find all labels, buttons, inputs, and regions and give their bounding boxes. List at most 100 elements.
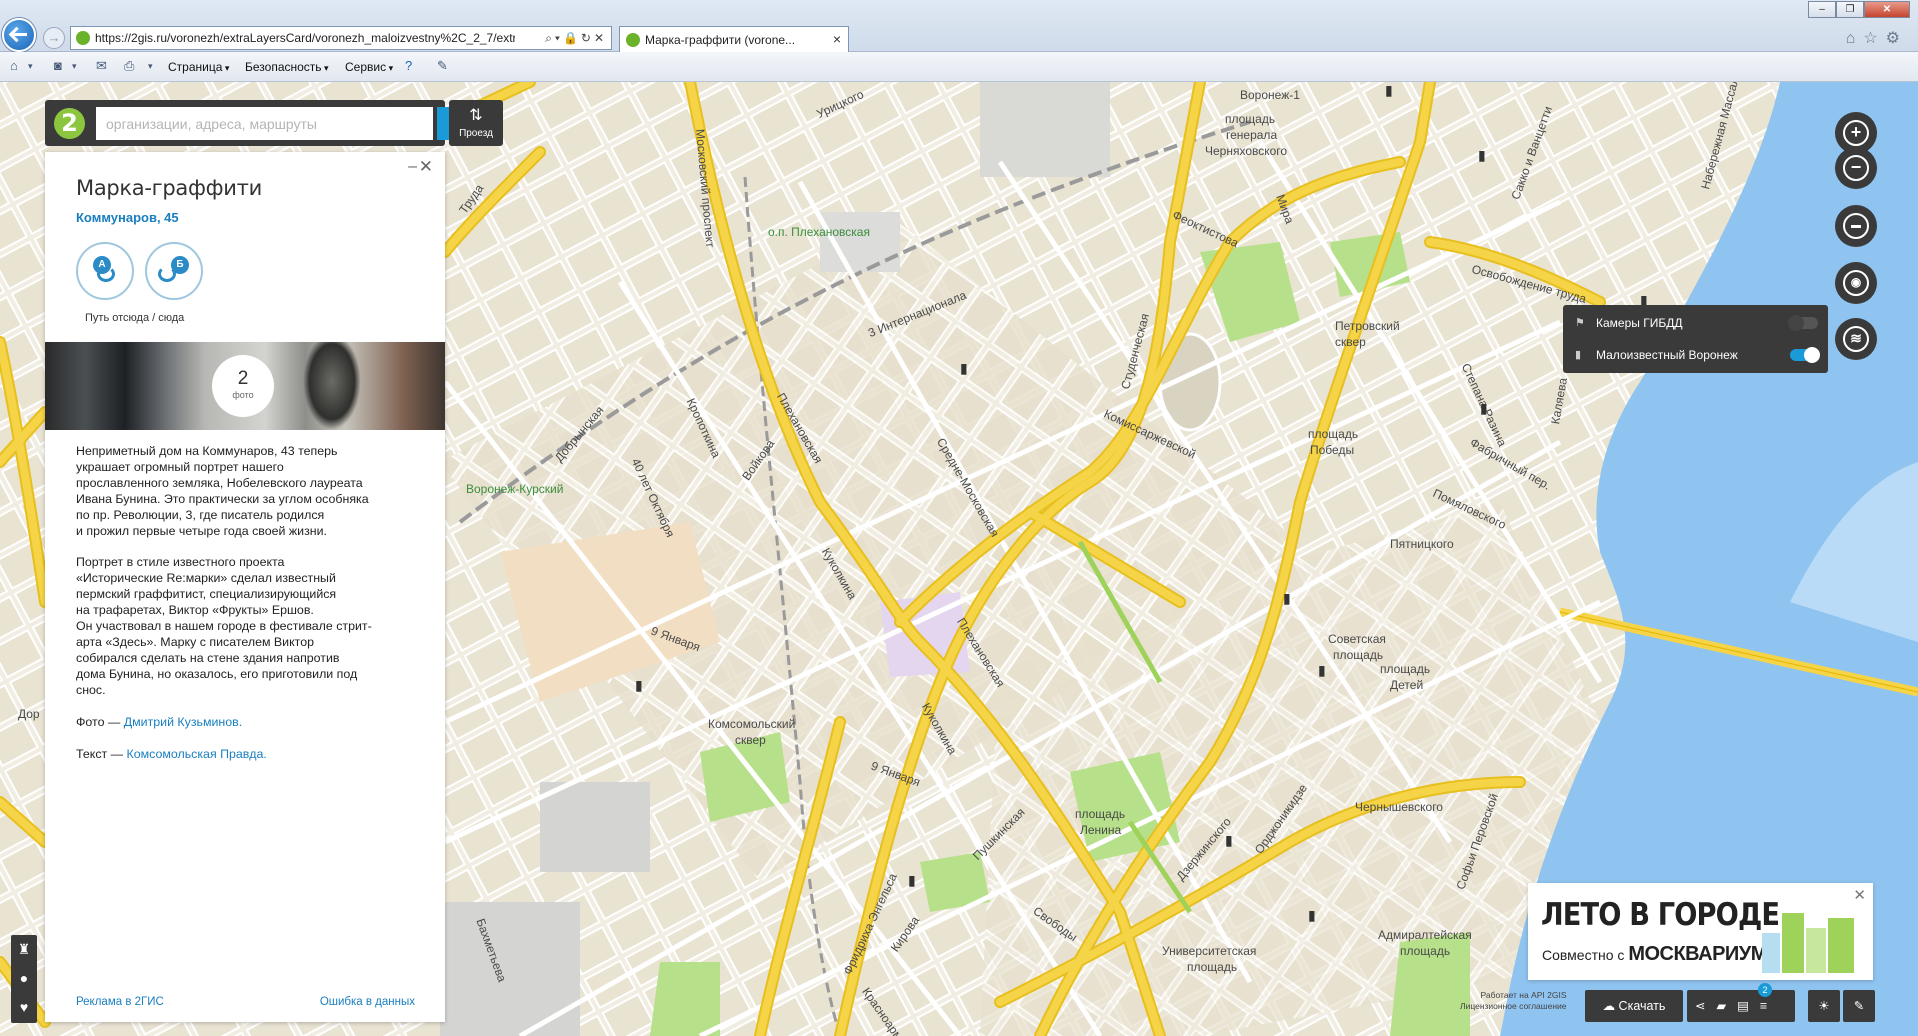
print-dropdown-icon[interactable]: ▾ [148, 59, 162, 73]
forward-button[interactable]: → [43, 27, 65, 49]
minimize-button[interactable]: – [1808, 1, 1836, 18]
map-label: сквер [735, 733, 766, 747]
home-icon[interactable]: ⌂ [10, 59, 24, 73]
map-label: Детей [1390, 678, 1424, 692]
photo-credit-prefix: Фото — [76, 714, 124, 729]
layer-toggle[interactable] [1788, 315, 1818, 331]
flag-icon: ⚑ [1575, 317, 1585, 329]
layer-row-traffic-cameras[interactable]: ⚑ Камеры ГИБДД [1563, 309, 1828, 337]
route-to-button[interactable]: Б [145, 242, 203, 300]
day-mode-button[interactable]: ☀ [1808, 990, 1840, 1022]
menu-icon[interactable]: ≡ [1760, 999, 1778, 1013]
edit-button[interactable]: ✎ [1843, 990, 1875, 1022]
card-title: Марка-граффити [76, 176, 262, 200]
layer-label: Камеры ГИБДД [1596, 316, 1683, 330]
photo-count: 2 [237, 368, 249, 389]
download-label: Скачать [1618, 999, 1666, 1013]
graffiti-marker-icon[interactable]: ▮ [1283, 590, 1291, 607]
layers-button[interactable]: ≋ [1835, 318, 1877, 360]
text-credit: Текст — Комсомольская Правда. [76, 747, 421, 763]
plus-icon: + [1843, 120, 1869, 146]
route-to-pin-icon: Б [171, 256, 189, 274]
research-icon[interactable]: ✎ [437, 59, 451, 73]
photo-counter[interactable]: 2 фото [212, 355, 274, 417]
map-label: площадь [1380, 662, 1431, 676]
back-button[interactable] [2, 18, 36, 52]
promo-brand: МОСКВАРИУМ [1628, 943, 1767, 965]
help-icon[interactable]: ? [405, 59, 419, 73]
address-bar-icons[interactable]: ⌕▾🔒↻✕ [545, 31, 607, 46]
minimize-card-icon[interactable]: – [408, 158, 417, 176]
settings-gear-icon[interactable]: ⚙ [1886, 30, 1908, 47]
address-bar[interactable]: https://2gis.ru/voronezh/extraLayersCard… [70, 26, 612, 50]
text-credit-link[interactable]: Комсомольская Правда. [126, 747, 266, 761]
photo-credit-link[interactable]: Дмитрий Кузьминов. [124, 715, 242, 729]
pen-icon: ✎ [1853, 999, 1865, 1013]
news-icon[interactable]: ▤ [1737, 999, 1760, 1013]
browser-command-bar: ⌂ ▾ ◙ ▾ ✉ ⎙ ▾ Страница Безопасность Серв… [0, 52, 1918, 82]
graffiti-marker-icon[interactable]: ▮ [1478, 147, 1486, 164]
download-button[interactable]: ☁ Скачать [1585, 990, 1683, 1022]
home-dropdown-icon[interactable]: ▾ [28, 59, 42, 73]
tab-title: Марка-граффити (vorone... [645, 33, 796, 47]
graffiti-marker-icon[interactable]: ▮ [1480, 400, 1488, 417]
graffiti-marker-icon[interactable]: ▮ [1385, 82, 1393, 99]
photo-gallery[interactable]: 2 фото [45, 342, 445, 430]
tab-close-icon[interactable]: × [833, 31, 841, 47]
feeds-dropdown-icon[interactable]: ▾ [72, 59, 86, 73]
favorites-star-icon[interactable]: ☆ [1863, 30, 1885, 47]
advertising-link[interactable]: Реклама в 2ГИС [76, 996, 164, 1008]
route-from-button[interactable]: А [76, 242, 134, 300]
license-link[interactable]: Лицензионное соглашение [1460, 1001, 1567, 1012]
print-icon[interactable]: ⎙ [124, 59, 138, 73]
graffiti-marker-icon[interactable]: ▮ [635, 677, 643, 694]
favorites-heart-icon[interactable]: ♥ [11, 993, 37, 1022]
restore-button[interactable]: ❐ [1836, 1, 1864, 18]
report-error-link[interactable]: Ошибка в данных [320, 996, 415, 1008]
map-label: Советская [1328, 632, 1386, 646]
page-menu[interactable]: Страница [168, 60, 229, 74]
description-paragraph: Неприметный дом на Коммунаров, 43 теперь… [76, 444, 369, 538]
locate-me-button[interactable]: ◉ [1835, 262, 1877, 304]
browser-right-icons: ⌂☆⚙ [1846, 28, 1908, 48]
ruler-button[interactable]: ▬ [1835, 205, 1877, 247]
address-text[interactable]: https://2gis.ru/voronezh/extraLayersCard… [95, 31, 515, 45]
graffiti-marker-icon[interactable]: ▮ [1225, 832, 1233, 849]
mail-icon[interactable]: ✉ [96, 59, 110, 73]
feeds-icon[interactable]: ◙ [54, 59, 68, 73]
share-icon[interactable]: ⋖ [1695, 999, 1716, 1013]
window-close-button[interactable]: ✕ [1864, 1, 1910, 18]
map-label: площадь [1308, 427, 1359, 441]
graffiti-marker-icon[interactable]: ▮ [1318, 662, 1326, 679]
layer-toggle[interactable] [1790, 347, 1820, 363]
layer-row-little-known-voronezh[interactable]: ▮ Малоизвестный Воронеж [1563, 341, 1828, 369]
graffiti-marker-icon[interactable]: ▮ [960, 360, 968, 377]
zoom-out-button[interactable]: − [1835, 147, 1877, 189]
graffiti-marker-icon[interactable]: ▮ [1308, 907, 1316, 924]
promo-banner[interactable]: ✕ ЛЕТО В ГОРОДЕ Совместно с МОСКВАРИУМ [1528, 883, 1873, 980]
comment-icon[interactable]: ▰ [1716, 999, 1737, 1013]
user-icon[interactable]: ● [11, 964, 37, 993]
promo-subtitle: Совместно с МОСКВАРИУМ [1542, 943, 1767, 966]
graffiti-marker-icon[interactable]: ▮ [908, 872, 916, 889]
home-icon[interactable]: ⌂ [1846, 30, 1864, 47]
api-credit[interactable]: Работает на API 2GIS Лицензионное соглаш… [1460, 990, 1567, 1012]
layers-panel: ⚑ Камеры ГИБДД ▮ Малоизвестный Воронеж [1563, 305, 1828, 373]
map-label: о.п. Плехановская [768, 225, 870, 239]
search-input[interactable] [96, 107, 433, 140]
landmark-icon[interactable]: ♜ [11, 935, 37, 964]
api-credit-line: Работает на API 2GIS [1480, 990, 1567, 1000]
promo-close-icon[interactable]: ✕ [1853, 886, 1866, 904]
service-menu[interactable]: Сервис [345, 60, 393, 74]
place-card: – ✕ Марка-граффити Коммунаров, 45 А Б Пу… [45, 152, 445, 1022]
card-address-link[interactable]: Коммунаров, 45 [76, 210, 179, 225]
route-button[interactable]: ⇅ Проезд [449, 100, 503, 146]
security-menu[interactable]: Безопасность [245, 60, 329, 74]
2gis-logo[interactable]: 2 [54, 108, 85, 139]
map-label: Адмиралтейская [1378, 928, 1472, 942]
browser-tab[interactable]: Марка-граффити (vorone... × [619, 26, 849, 52]
close-card-icon[interactable]: ✕ [419, 157, 433, 177]
map-label: Петровский [1335, 319, 1400, 333]
ruler-icon: ▬ [1843, 213, 1869, 239]
promo-title: ЛЕТО В ГОРОДЕ [1541, 897, 1780, 933]
